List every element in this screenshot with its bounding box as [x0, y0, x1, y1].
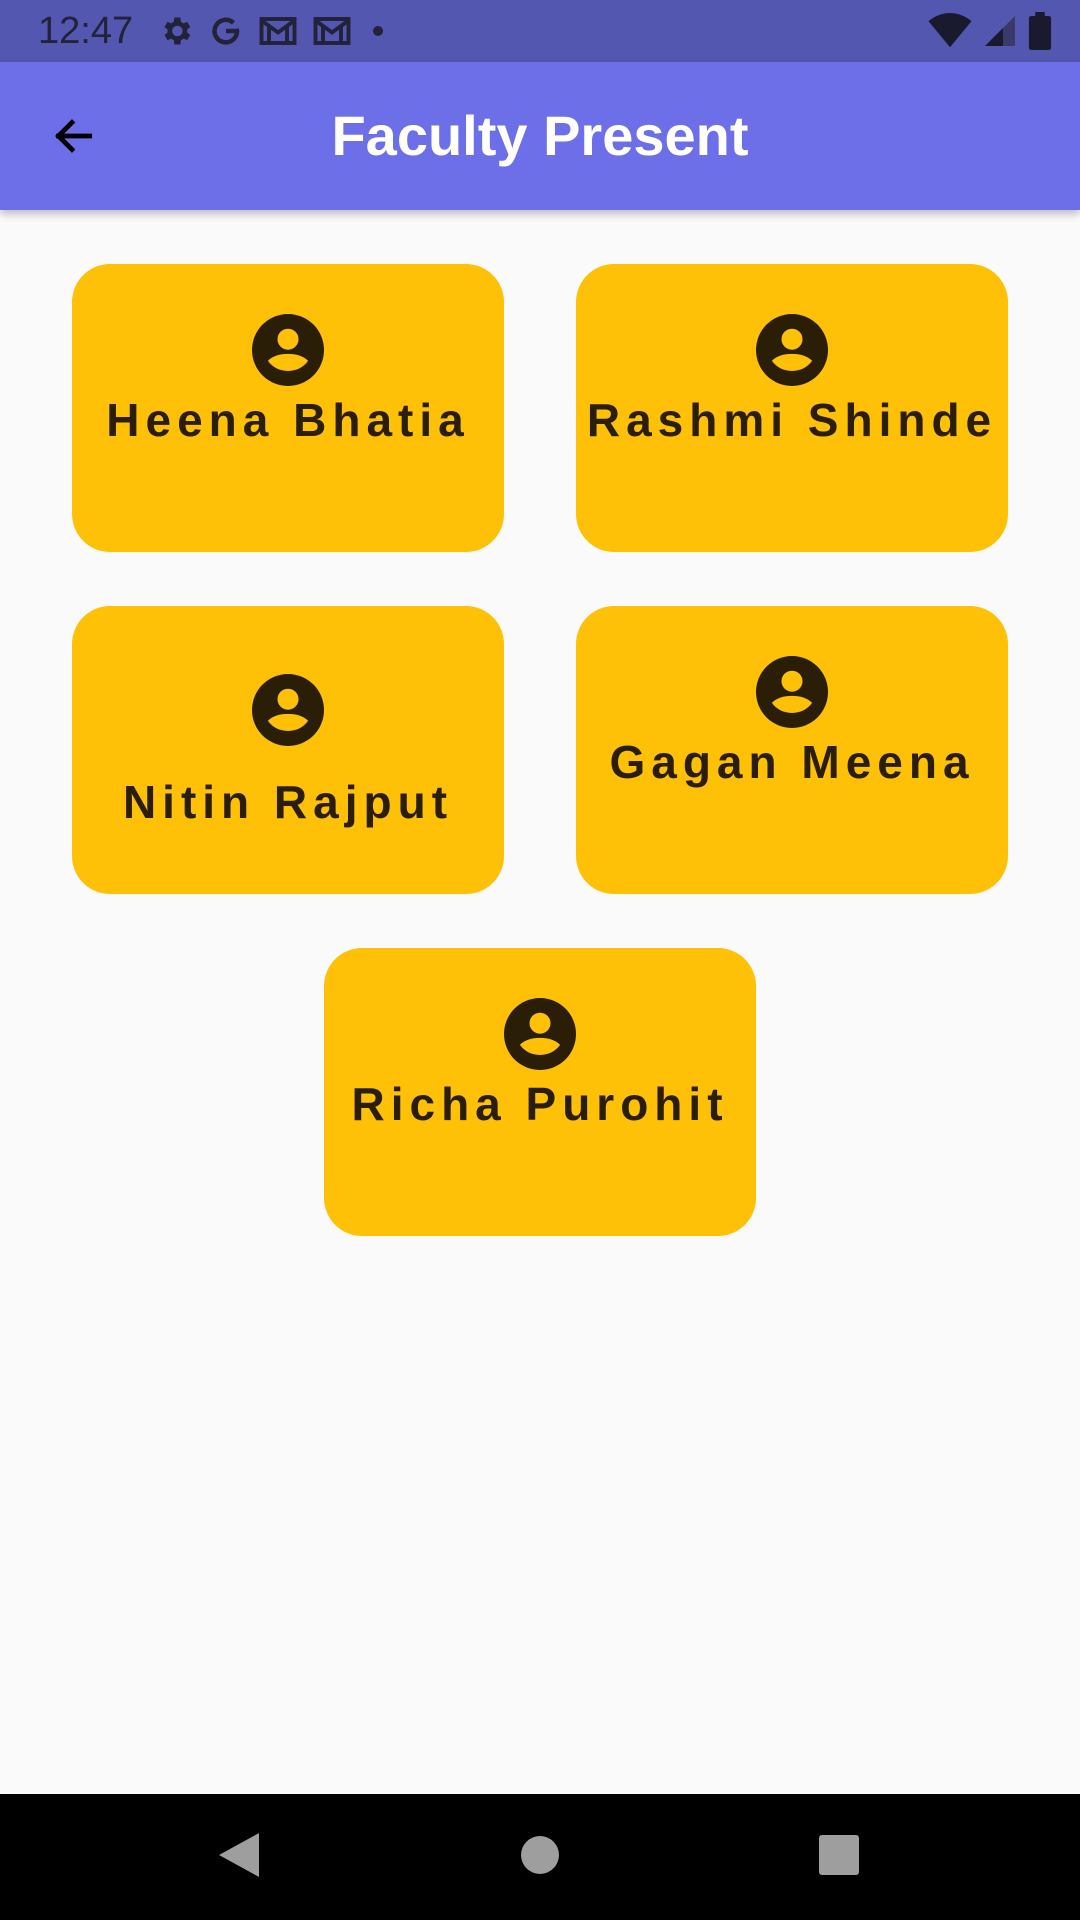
navigation-bar — [0, 1794, 1080, 1920]
back-button[interactable] — [30, 102, 116, 174]
gmail-icon — [258, 13, 298, 49]
back-triangle-icon — [217, 1831, 261, 1884]
page-title: Faculty Present — [331, 104, 749, 167]
faculty-card-heena-bhatia[interactable]: Heena Bhatia — [72, 264, 504, 552]
gear-icon — [158, 13, 194, 49]
home-circle-icon — [520, 1835, 560, 1880]
status-bar: 12:47 — [0, 0, 1080, 62]
gmail-icon — [312, 13, 352, 49]
nav-home-button[interactable] — [507, 1824, 573, 1890]
faculty-name: Gagan Meena — [609, 736, 975, 788]
faculty-card-nitin-rajput[interactable]: Nitin Rajput — [72, 606, 504, 894]
nav-back-button[interactable] — [206, 1824, 272, 1890]
status-icons-right — [928, 12, 1052, 50]
account-circle-icon — [252, 674, 324, 746]
wifi-icon — [928, 13, 972, 49]
faculty-name: Nitin Rajput — [122, 776, 454, 828]
faculty-card-rashmi-shinde[interactable]: Rashmi Shinde — [576, 264, 1008, 552]
faculty-name: Rashmi Shinde — [586, 394, 998, 446]
faculty-card-richa-purohit[interactable]: Richa Purohit — [324, 948, 756, 1236]
google-g-icon — [208, 13, 244, 49]
status-time: 12:47 — [38, 10, 134, 52]
battery-icon — [1028, 12, 1052, 50]
nav-recents-button[interactable] — [806, 1824, 872, 1890]
app-bar: Faculty Present — [0, 62, 1080, 210]
faculty-name: Richa Purohit — [351, 1078, 729, 1130]
recents-square-icon — [819, 1834, 859, 1880]
status-icons-left — [158, 12, 390, 50]
arrow-back-icon — [48, 111, 98, 166]
account-circle-icon — [756, 314, 828, 386]
faculty-card-gagan-meena[interactable]: Gagan Meena — [576, 606, 1008, 894]
faculty-name: Heena Bhatia — [106, 394, 470, 446]
signal-icon — [982, 13, 1018, 49]
account-circle-icon — [756, 656, 828, 728]
dot-icon — [366, 13, 390, 49]
account-circle-icon — [504, 998, 576, 1070]
account-circle-icon — [252, 314, 324, 386]
